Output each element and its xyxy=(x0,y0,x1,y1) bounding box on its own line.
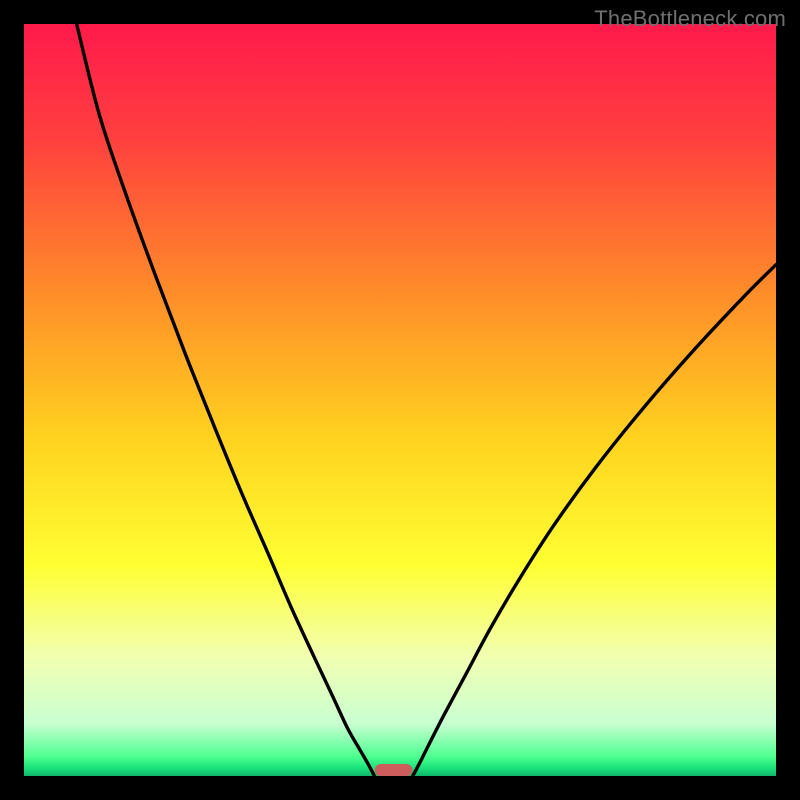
watermark-text: TheBottleneck.com xyxy=(594,6,786,32)
bottleneck-marker xyxy=(375,764,413,776)
bottleneck-plot xyxy=(24,24,776,776)
chart-frame: TheBottleneck.com xyxy=(0,0,800,800)
plot-background xyxy=(24,24,776,776)
